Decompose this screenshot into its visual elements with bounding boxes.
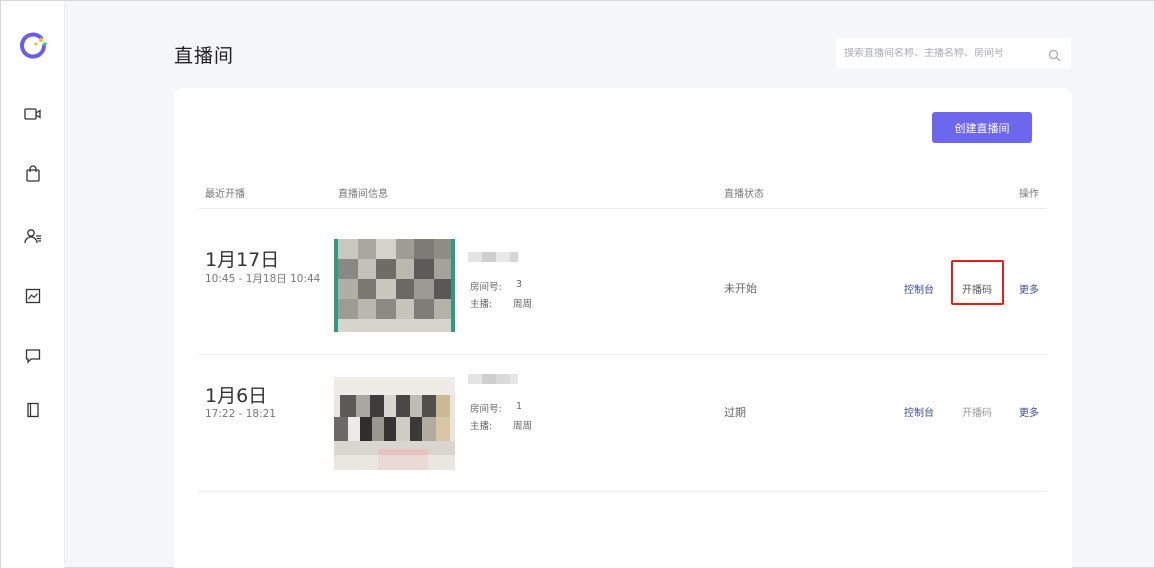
room-cover-image[interactable] (334, 377, 455, 470)
host-label: 主播: (470, 421, 493, 432)
page-title: 直播间 (174, 45, 235, 67)
search-icon[interactable] (1048, 47, 1061, 62)
shopping-bag-icon[interactable] (23, 164, 43, 184)
room-number-label: 房间号: (470, 282, 502, 293)
chat-message-icon[interactable] (23, 346, 43, 366)
column-header-info: 直播间信息 (338, 189, 388, 200)
status-text: 过期 (724, 406, 746, 419)
row-time-range: 10:45 - 1月18日 10:44 (205, 273, 321, 285)
stream-code-link[interactable]: 开播码 (962, 404, 992, 419)
table-row: 1月17日 10:45 - 1月18日 10:44 房间号: 3 主播: 周周 … (174, 209, 1072, 346)
row-date: 1月6日 (205, 385, 268, 407)
column-header-actions: 操作 (1019, 189, 1039, 200)
room-name-blurred (468, 369, 518, 384)
search-box[interactable] (836, 38, 1071, 69)
image-chart-icon[interactable] (23, 286, 43, 306)
room-number-value: 3 (516, 279, 523, 290)
console-link[interactable]: 控制台 (904, 404, 934, 419)
column-header-recent: 最近开播 (205, 189, 245, 200)
column-header-status: 直播状态 (724, 189, 764, 200)
status-text: 未开始 (724, 282, 757, 295)
room-name-blurred (468, 247, 518, 262)
annotation-highlight-box (951, 260, 1004, 305)
app-logo[interactable] (19, 32, 49, 62)
book-icon[interactable] (23, 400, 43, 420)
host-value: 周周 (513, 421, 533, 432)
sidebar (1, 1, 65, 568)
table-row: 1月6日 17:22 - 18:21 房间号: 1 主播: 周周 过期 控制台 … (174, 355, 1072, 492)
video-camera-icon[interactable] (23, 104, 43, 124)
user-list-icon[interactable] (23, 226, 43, 246)
room-number-label: 房间号: (470, 404, 502, 415)
row-divider (198, 491, 1047, 492)
room-list-card: 创建直播间 最近开播 直播间信息 直播状态 操作 1月17日 10:45 - 1… (174, 88, 1072, 568)
more-link[interactable]: 更多 (1019, 281, 1039, 296)
search-input[interactable] (836, 48, 1036, 59)
row-date: 1月17日 (205, 249, 280, 271)
create-room-button[interactable]: 创建直播间 (932, 112, 1032, 143)
room-number-value: 1 (516, 401, 523, 412)
host-value: 周周 (513, 299, 533, 310)
more-link[interactable]: 更多 (1019, 404, 1039, 419)
room-cover-image[interactable] (334, 239, 455, 332)
host-label: 主播: (470, 299, 493, 310)
row-time-range: 17:22 - 18:21 (205, 408, 276, 420)
console-link[interactable]: 控制台 (904, 281, 934, 296)
